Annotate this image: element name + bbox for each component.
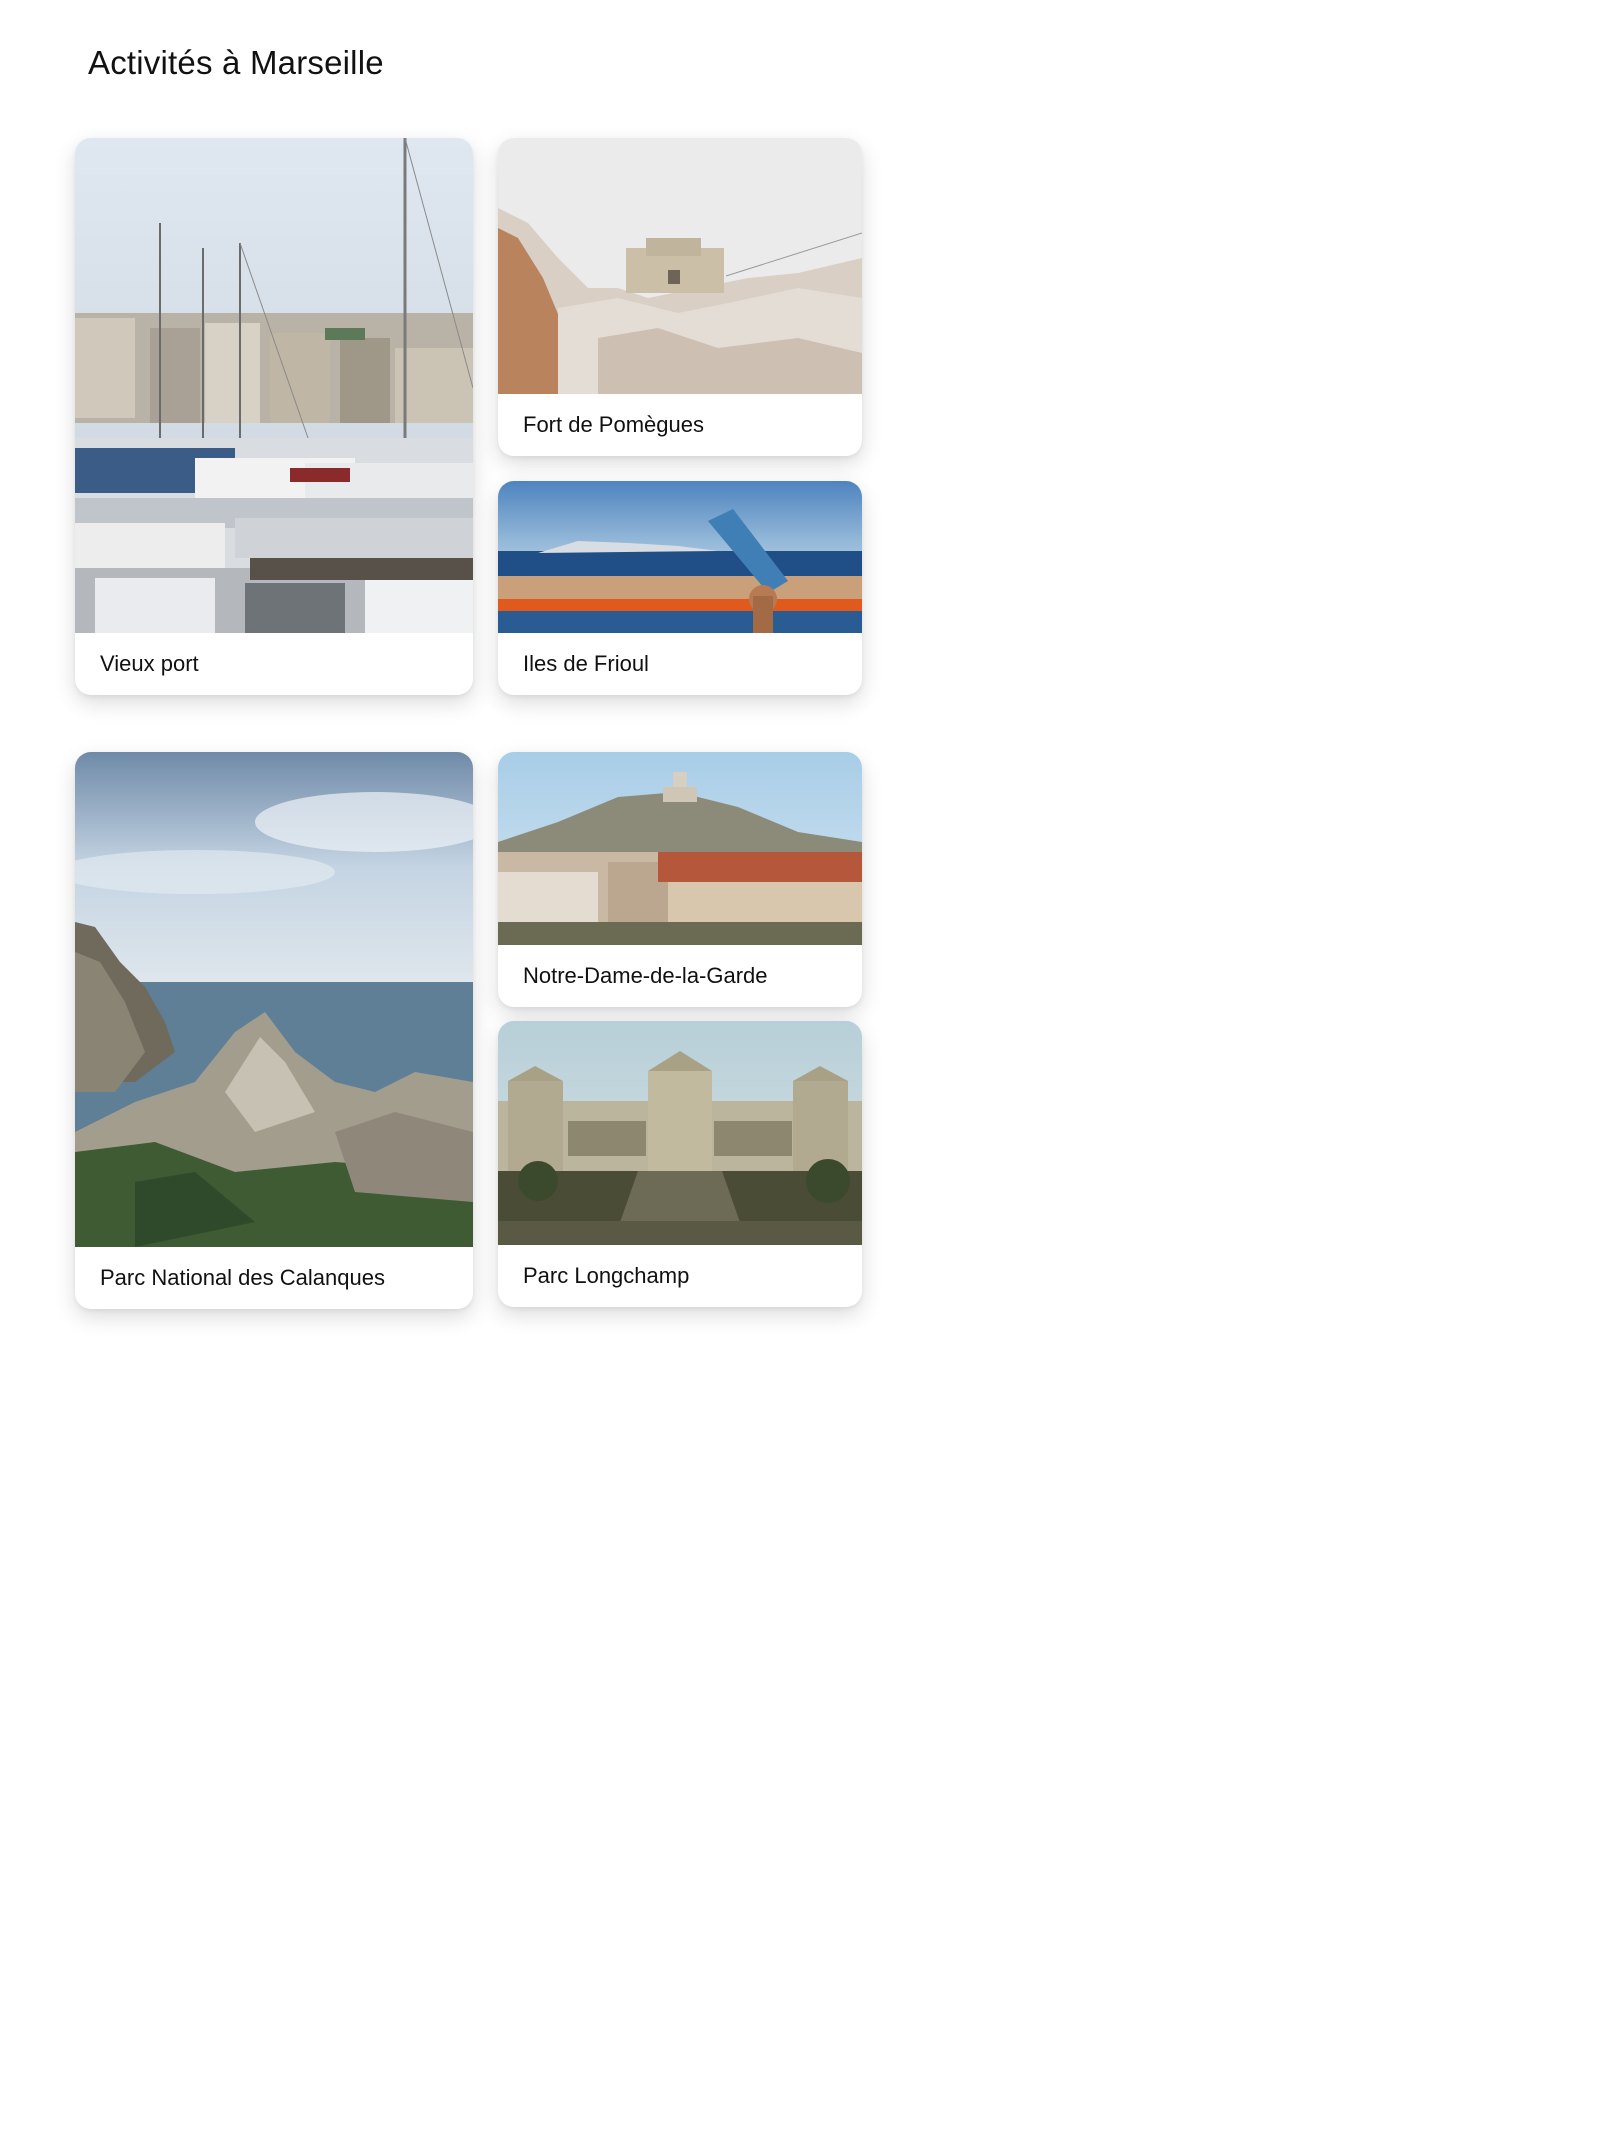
activity-label: Iles de Frioul (523, 651, 649, 676)
activity-card-vieux-port[interactable]: Vieux port (75, 138, 473, 695)
activity-card-fort-de-pomegues[interactable]: Fort de Pomègues (498, 138, 862, 456)
palace-fountain-photo (498, 1021, 862, 1245)
activity-card-parc-longchamp[interactable]: Parc Longchamp (498, 1021, 862, 1307)
cliffs-sea-photo (75, 752, 473, 1247)
sea-islands-telescope-photo (498, 481, 862, 633)
activity-card-iles-de-frioul[interactable]: Iles de Frioul (498, 481, 862, 695)
page-title: Activités à Marseille (88, 44, 384, 81)
rocky-fort-photo (498, 138, 862, 394)
activity-label: Notre-Dame-de-la-Garde (523, 963, 768, 988)
activity-label: Parc National des Calanques (100, 1265, 385, 1290)
activity-label: Parc Longchamp (523, 1263, 690, 1288)
activity-label: Fort de Pomègues (523, 412, 704, 437)
marina-sailboats-photo (75, 138, 473, 633)
activity-card-parc-national-des-calanques[interactable]: Parc National des Calanques (75, 752, 473, 1309)
activity-card-notre-dame-de-la-garde[interactable]: Notre-Dame-de-la-Garde (498, 752, 862, 1007)
hilltop-basilica-city-photo (498, 752, 862, 945)
activity-label: Vieux port (100, 651, 199, 676)
